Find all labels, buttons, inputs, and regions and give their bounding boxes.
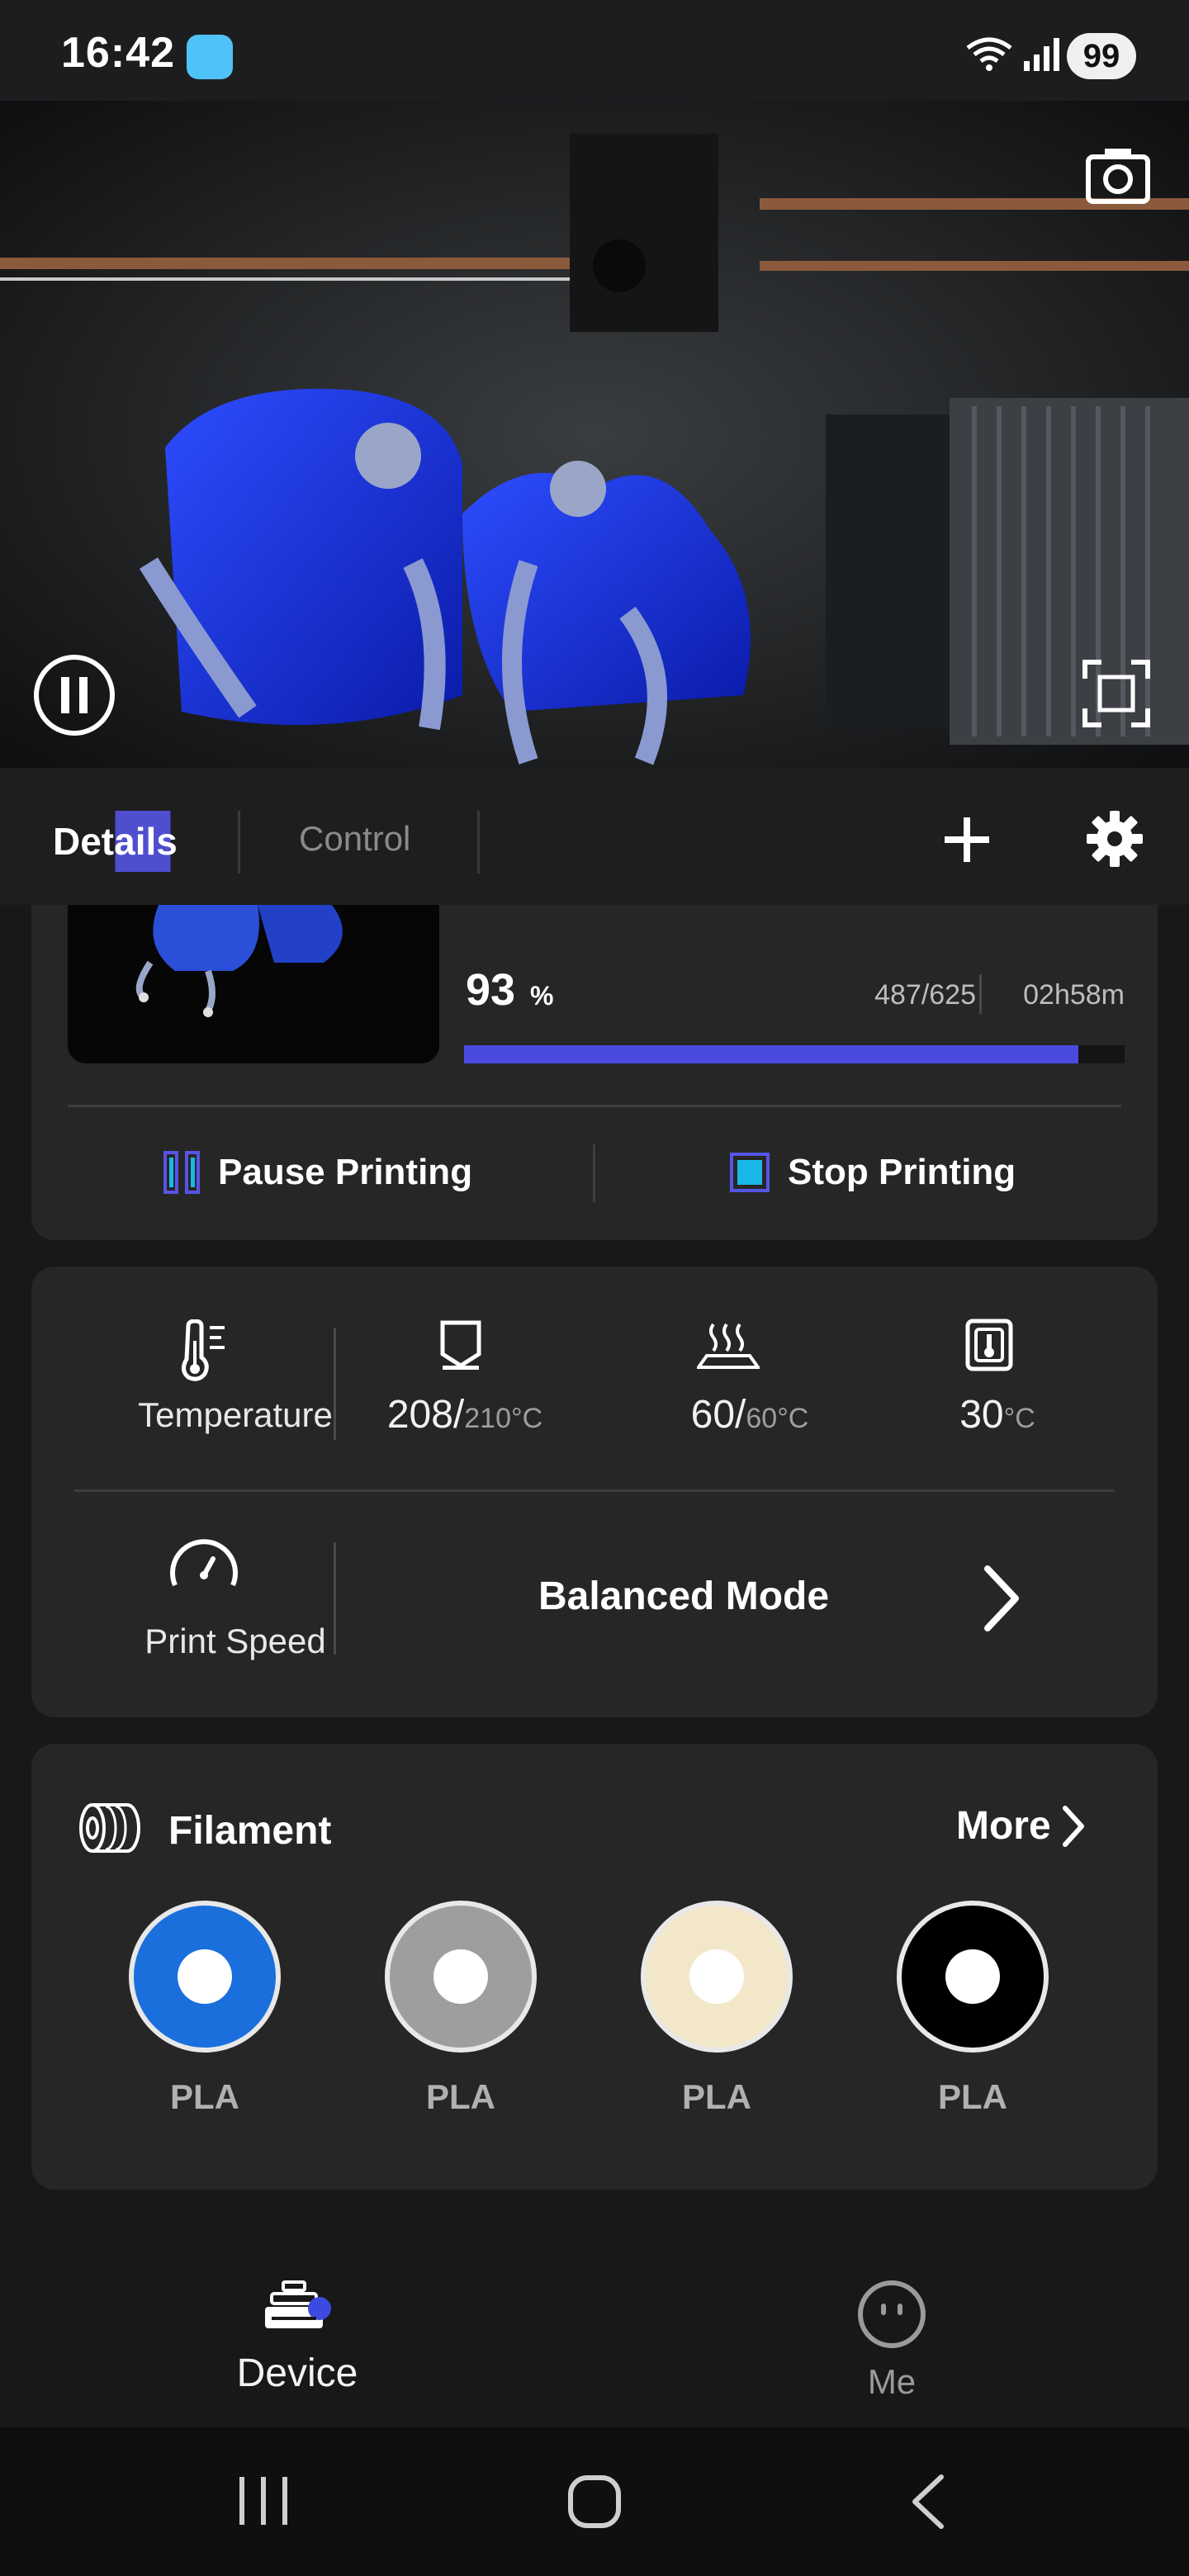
chevron-right-icon[interactable] (981, 1564, 1022, 1633)
nozzle-current: 208/ (386, 1393, 465, 1437)
nozzle-target: 210°C (464, 1403, 543, 1434)
filament-material: PLA (938, 2077, 1007, 2116)
bed-temperature[interactable]: 60/60°C (626, 1392, 874, 1437)
add-icon[interactable] (940, 812, 994, 867)
filament-spool (641, 1901, 793, 2053)
spool-hub (433, 1949, 488, 2004)
filament-material: PLA (682, 2077, 751, 2116)
progress-bar (464, 1045, 1125, 1063)
back-icon[interactable] (908, 2474, 948, 2530)
status-bar: 16:42 99 (0, 0, 1189, 101)
nav-me-label: Me (867, 2362, 917, 2401)
filament-slot[interactable]: PLA (129, 1823, 281, 2117)
chamber-temperature[interactable]: 30°C (915, 1392, 1080, 1437)
tab-details[interactable]: Details (50, 811, 181, 872)
signal-icon (1024, 38, 1059, 71)
pause-printing-label: Pause Printing (218, 1152, 473, 1192)
tab-divider (238, 811, 240, 874)
app-notification-icon (187, 35, 233, 79)
recent-apps-icon[interactable] (234, 2474, 292, 2528)
wifi-icon (966, 37, 1012, 71)
nav-me[interactable]: Me (809, 2279, 974, 2402)
filament-slot[interactable]: PLA (385, 1823, 537, 2117)
spool-hub (689, 1949, 744, 2004)
chevron-right-icon (1062, 1805, 1084, 1847)
progress-percent: 93 (466, 965, 516, 1015)
temperature-label: Temperature (138, 1395, 333, 1434)
snapshot-camera-icon[interactable] (1083, 142, 1153, 211)
thermometer-icon (182, 1319, 225, 1381)
filament-spool (129, 1901, 281, 2053)
bed-target: 60°C (746, 1403, 809, 1434)
divider (334, 1328, 336, 1440)
spool-hub (178, 1949, 232, 2004)
filament-spool (897, 1901, 1049, 2053)
filament-material: PLA (426, 2077, 495, 2116)
nozzle-temperature[interactable]: 208/210°C (362, 1392, 568, 1437)
printer-device-icon (265, 2280, 331, 2328)
divider (68, 1105, 1121, 1107)
battery-indicator: 99 (1067, 33, 1136, 79)
chamber-current: 30 (959, 1393, 1004, 1437)
filament-slot[interactable]: PLA (897, 1823, 1049, 2117)
chamber-unit: °C (1003, 1403, 1035, 1434)
filament-material: PLA (170, 2077, 239, 2116)
camera-feed[interactable] (0, 101, 1189, 768)
spool-hub (945, 1949, 1000, 2004)
filament-card: Filament More PLA PLA PLA PLA (31, 1744, 1158, 2190)
nav-device-label: Device (236, 2351, 358, 2395)
heatbed-icon (697, 1323, 760, 1369)
nozzle-icon (440, 1320, 481, 1370)
system-navigation-bar (0, 2427, 1189, 2576)
temperature-card: Temperature 208/210°C 60/60°C 30°C Print… (31, 1267, 1158, 1717)
nav-device[interactable]: Device (215, 2279, 380, 2396)
divider (593, 1144, 595, 1202)
divider (74, 1489, 1115, 1492)
tab-control[interactable]: Control (299, 819, 410, 859)
status-time: 16:42 (61, 29, 175, 77)
tab-divider (477, 811, 480, 874)
chamber-icon (965, 1319, 1013, 1371)
camera-image (0, 101, 1189, 768)
pause-icon (163, 1151, 200, 1194)
filament-slot[interactable]: PLA (641, 1823, 793, 2117)
home-icon[interactable] (566, 2474, 623, 2530)
gear-icon[interactable] (1085, 809, 1144, 869)
pause-stream-icon[interactable] (31, 652, 117, 738)
pause-printing-button[interactable]: Pause Printing (163, 1136, 472, 1209)
fullscreen-icon[interactable] (1082, 659, 1151, 728)
stop-printing-label: Stop Printing (788, 1152, 1016, 1192)
filament-spool (385, 1901, 537, 2053)
profile-face-icon (858, 2280, 926, 2348)
speed-mode-value[interactable]: Balanced Mode (428, 1574, 940, 1619)
speedometer-icon (170, 1539, 238, 1587)
bottom-navigation: Device Me (0, 2200, 1189, 2427)
divider (979, 974, 982, 1014)
bed-current: 60/ (690, 1393, 746, 1437)
print-speed-label: Print Speed (144, 1622, 326, 1660)
print-thumbnail (68, 905, 439, 1063)
progress-bar-fill (464, 1045, 1078, 1063)
tab-bar: Details Control (0, 768, 1189, 905)
time-remaining: 02h58m (1023, 979, 1125, 1011)
stop-icon (730, 1153, 770, 1192)
layer-count: 487/625 (874, 979, 976, 1011)
stop-printing-button[interactable]: Stop Printing (730, 1136, 1016, 1209)
divider (334, 1542, 336, 1655)
progress-unit: % (530, 981, 554, 1011)
print-progress-card: 93 % 487/625 02h58m Pause Printing Stop … (31, 905, 1158, 1240)
